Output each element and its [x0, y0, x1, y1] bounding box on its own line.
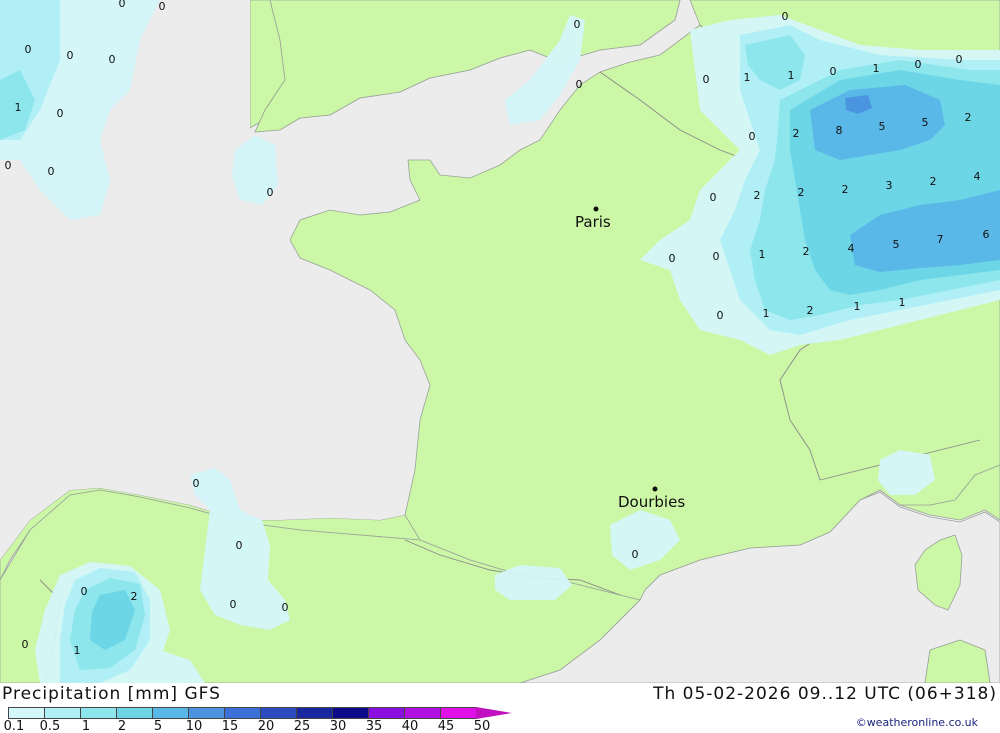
- map-title: Precipitation [mm] GFS: [2, 684, 221, 704]
- legend-swatch: [116, 707, 152, 719]
- contour-value-label: 0: [956, 53, 963, 66]
- city-dourbies-label: Dourbies: [618, 493, 685, 511]
- contour-value-label: 0: [236, 539, 243, 552]
- contour-value-label: 0: [669, 252, 676, 265]
- legend-label: 0.5: [39, 719, 61, 733]
- contour-value-label: 2: [754, 189, 761, 202]
- contour-value-label: 5: [922, 116, 929, 129]
- contour-value-label: 6: [983, 228, 990, 241]
- legend-swatch: [404, 707, 440, 719]
- contour-value-label: 0: [25, 43, 32, 56]
- legend-swatch: [332, 707, 368, 719]
- contour-value-label: 0: [713, 250, 720, 263]
- city-dourbies-dot: [652, 486, 658, 492]
- legend-swatch: [8, 707, 44, 719]
- contour-value-label: 0: [574, 18, 581, 31]
- contour-value-label: 0: [5, 159, 12, 172]
- contour-value-label: 1: [15, 101, 22, 114]
- contour-value-label: 2: [803, 245, 810, 258]
- contour-value-label: 7: [937, 233, 944, 246]
- contour-value-label: 0: [119, 0, 126, 10]
- contour-value-label: 2: [793, 127, 800, 140]
- contour-value-label: 1: [763, 307, 770, 320]
- contour-value-label: 0: [267, 186, 274, 199]
- contour-value-label: 2: [842, 183, 849, 196]
- contour-value-label: 0: [632, 548, 639, 561]
- legend-label: 30: [329, 719, 347, 733]
- legend-label: 2: [117, 719, 127, 733]
- contour-value-label: 0: [915, 58, 922, 71]
- weather-map-viewer: Paris Dourbies 0000100000000011010002855…: [0, 0, 1000, 733]
- contour-value-label: 4: [974, 170, 981, 183]
- legend-label: 5: [153, 719, 163, 733]
- legend-label: 1: [81, 719, 91, 733]
- contour-value-label: 0: [48, 165, 55, 178]
- contour-value-label: 2: [807, 304, 814, 317]
- legend-label: 45: [437, 719, 455, 733]
- contour-value-label: 0: [193, 477, 200, 490]
- legend-label: 35: [365, 719, 383, 733]
- forecast-run-info: Th 05-02-2026 09..12 UTC (06+318): [653, 684, 997, 704]
- legend-label: 15: [221, 719, 239, 733]
- legend-label: 25: [293, 719, 311, 733]
- contour-value-label: 1: [788, 69, 795, 82]
- city-paris-dot: [593, 206, 599, 212]
- legend-label: 40: [401, 719, 419, 733]
- contour-value-label: 8: [836, 124, 843, 137]
- contour-value-label: 0: [782, 10, 789, 23]
- contour-value-label: 0: [109, 53, 116, 66]
- legend-arrow-icon: [476, 707, 512, 719]
- legend-swatch: [80, 707, 116, 719]
- contour-value-label: 0: [703, 73, 710, 86]
- contour-value-label: 2: [930, 175, 937, 188]
- contour-value-label: 2: [131, 590, 138, 603]
- contour-value-label: 1: [759, 248, 766, 261]
- legend-swatch: [44, 707, 80, 719]
- city-paris-label: Paris: [575, 213, 611, 231]
- legend-swatch: [296, 707, 332, 719]
- contour-value-label: 0: [81, 585, 88, 598]
- legend-swatch: [152, 707, 188, 719]
- credit-link[interactable]: ©weatheronline.co.uk: [856, 716, 978, 729]
- contour-value-label: 5: [893, 238, 900, 251]
- contour-value-label: 4: [848, 242, 855, 255]
- legend-swatch: [188, 707, 224, 719]
- legend-swatch: [224, 707, 260, 719]
- legend-label: 20: [257, 719, 275, 733]
- contour-value-label: 0: [22, 638, 29, 651]
- legend-label: 0.1: [3, 719, 25, 733]
- legend-label: 50: [473, 719, 491, 733]
- contour-value-label: 2: [798, 186, 805, 199]
- contour-value-label: 1: [873, 62, 880, 75]
- precipitation-map: Paris Dourbies 0 0 0 0 1 0 0 0 0 0 0 0 0 0 1 1 0 1 0 0 0 2 8 5 5…: [0, 0, 1000, 683]
- contour-value-label: 0: [57, 107, 64, 120]
- contour-value-label: 5: [879, 120, 886, 133]
- contour-value-label: 0: [830, 65, 837, 78]
- contour-value-label: 1: [74, 644, 81, 657]
- legend-label: 10: [185, 719, 203, 733]
- contour-value-label: 0: [749, 130, 756, 143]
- contour-value-label: 3: [886, 179, 893, 192]
- precipitation-legend: [8, 707, 512, 719]
- legend-swatch: [260, 707, 296, 719]
- contour-value-label: 0: [67, 49, 74, 62]
- contour-value-label: 1: [744, 71, 751, 84]
- contour-value-label: 0: [717, 309, 724, 322]
- contour-value-label: 0: [159, 0, 166, 13]
- contour-value-label: 0: [230, 598, 237, 611]
- contour-value-label: 0: [282, 601, 289, 614]
- contour-value-label: 1: [854, 300, 861, 313]
- contour-value-label: 0: [710, 191, 717, 204]
- contour-value-label: 2: [965, 111, 972, 124]
- contour-value-label: 0: [576, 78, 583, 91]
- legend-labels: 0.1 0.5 1 2 5 10 15 20 25 30 35 40 45 50: [0, 719, 560, 733]
- legend-swatch: [440, 707, 476, 719]
- contour-value-label: 1: [899, 296, 906, 309]
- map-footer: Precipitation [mm] GFS Th 05-02-2026 09.…: [0, 683, 1000, 733]
- legend-swatch: [368, 707, 404, 719]
